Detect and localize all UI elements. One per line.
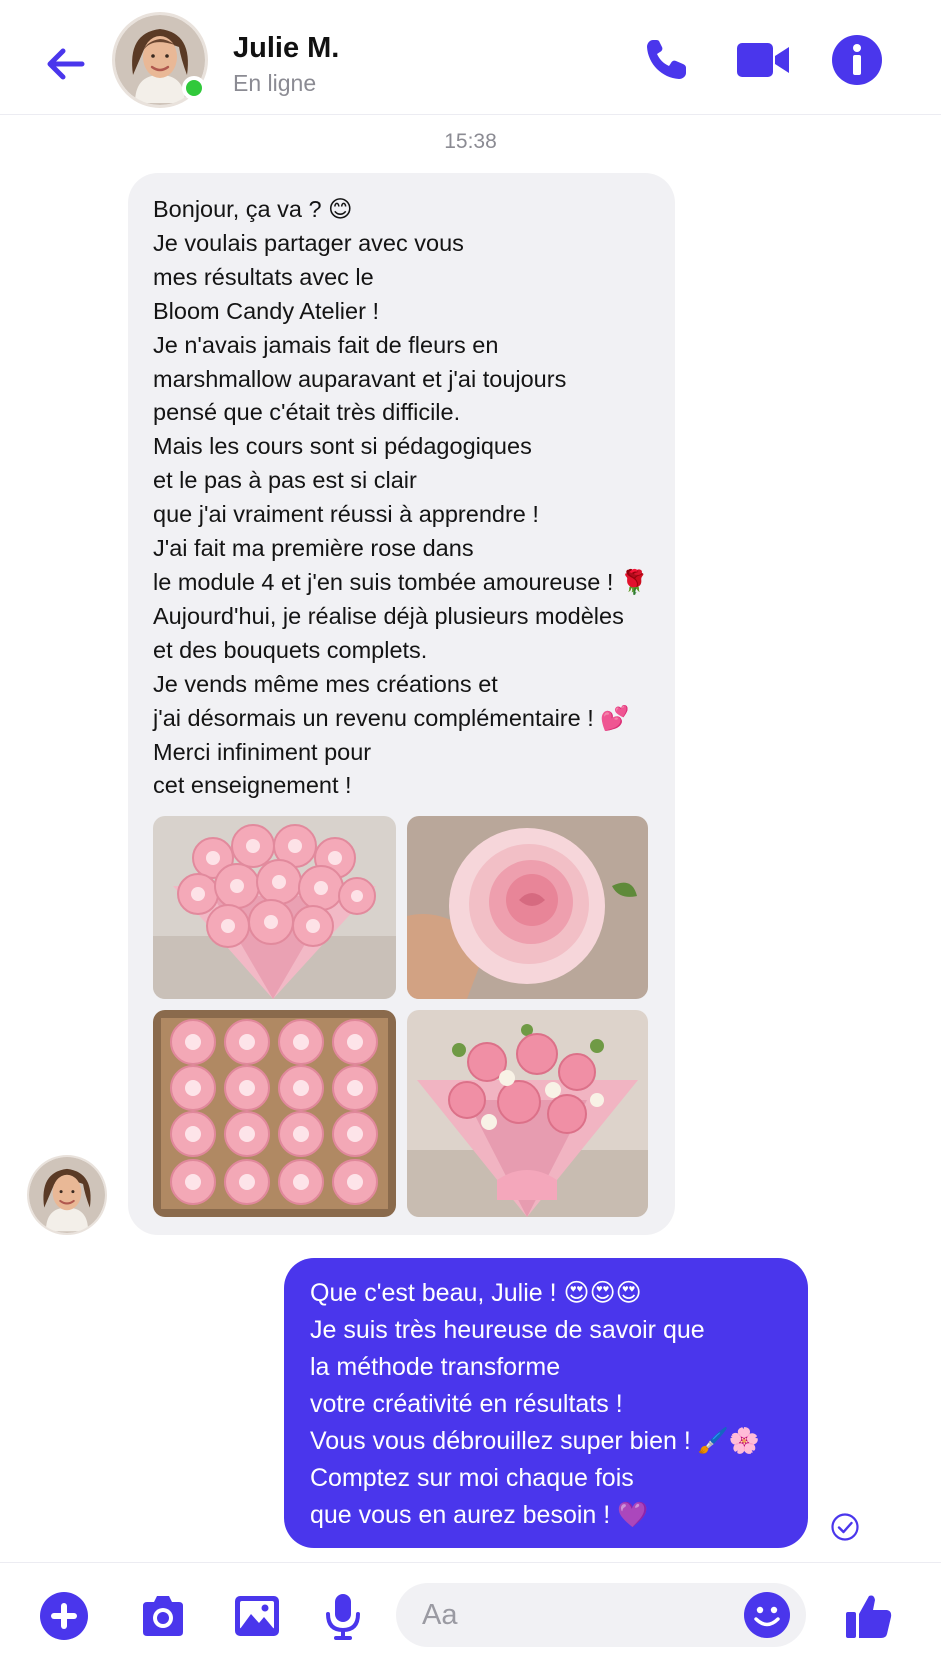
camera-icon[interactable] [137,1590,189,1642]
contact-status: En ligne [233,70,317,96]
plus-icon[interactable] [38,1590,90,1642]
chat-header: Julie M. En ligne [0,0,941,115]
outgoing-message-text: Que c'est beau, Julie ! 😍😍😍 Je suis très… [310,1279,760,1529]
message-composer [0,1562,941,1672]
contact-name: Julie M. [233,32,340,64]
thumbs-up-icon[interactable] [843,1590,895,1642]
image-icon[interactable] [231,1590,283,1642]
video-camera-icon[interactable] [733,30,793,90]
microphone-icon[interactable] [317,1590,369,1642]
incoming-message-text: Bonjour, ça va ? 😊 Je voulais partager a… [153,196,650,799]
info-icon[interactable] [827,30,887,90]
back-arrow-icon[interactable] [42,40,90,88]
message-timestamp: 15:38 [444,130,497,153]
phone-icon[interactable] [636,30,696,90]
single-pink-rose-photo[interactable] [407,816,648,999]
incoming-message-bubble[interactable]: Bonjour, ça va ? 😊 Je voulais partager a… [128,173,675,1235]
smiley-icon[interactable] [742,1590,792,1640]
pink-rose-bouquet-photo[interactable] [153,816,396,999]
outgoing-message-bubble[interactable]: Que c'est beau, Julie ! 😍😍😍 Je suis très… [284,1258,808,1548]
read-receipt-check-icon [830,1512,860,1542]
online-status-dot [182,76,206,100]
contact-avatar[interactable] [112,12,208,108]
mixed-flower-bouquet-photo[interactable] [407,1010,648,1217]
box-of-roses-photo[interactable] [153,1010,396,1217]
sender-avatar[interactable] [27,1155,107,1235]
